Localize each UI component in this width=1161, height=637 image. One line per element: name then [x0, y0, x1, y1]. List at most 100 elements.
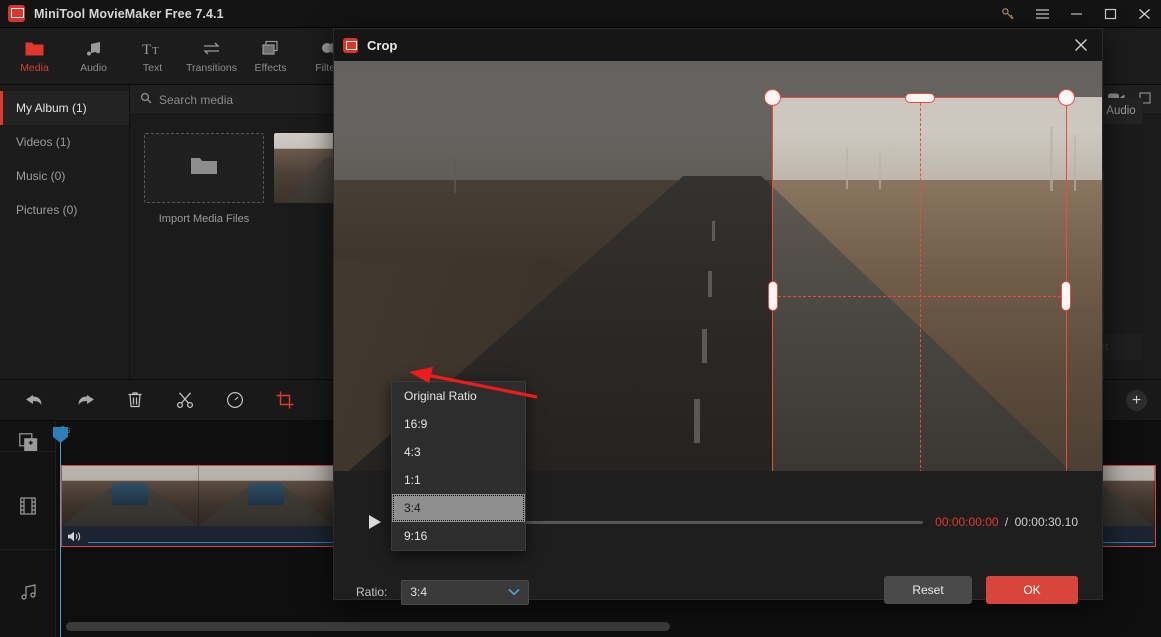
- text-icon: TT: [142, 38, 164, 59]
- sidebar-item-label: My Album (1): [16, 101, 87, 115]
- sidebar-item-label: Music (0): [16, 169, 66, 183]
- tab-audio-right-label: Audio: [1106, 105, 1136, 117]
- tab-effects-label: Effects: [254, 62, 287, 74]
- tab-media-label: Media: [20, 62, 49, 74]
- tab-effects[interactable]: Effects: [242, 30, 299, 83]
- app-logo-icon: [343, 37, 358, 53]
- import-media-label: Import Media Files: [158, 213, 250, 225]
- window-controls: [991, 0, 1161, 28]
- tab-text-label: Text: [142, 62, 163, 74]
- sidebar-item-my-album[interactable]: My Album (1): [0, 91, 129, 125]
- close-icon[interactable]: [1127, 0, 1161, 28]
- ratio-option-original[interactable]: Original Ratio: [392, 382, 525, 410]
- power-pylon: [1074, 135, 1076, 191]
- ratio-select[interactable]: 3:4: [401, 579, 530, 605]
- app-logo-icon: [8, 5, 25, 22]
- chevron-down-icon: [508, 585, 520, 599]
- ratio-option-label: 1:1: [404, 473, 421, 487]
- tab-audio[interactable]: Audio: [65, 30, 122, 83]
- crop-handle-middle-left[interactable]: [768, 280, 778, 311]
- clip-road-shape: [198, 482, 335, 526]
- ratio-option-label: 9:16: [404, 529, 428, 543]
- folder-open-icon: [190, 155, 218, 182]
- tab-media[interactable]: Media: [6, 30, 63, 83]
- key-icon[interactable]: [991, 0, 1025, 28]
- audio-track-icon: [0, 579, 56, 605]
- app-window: MiniTool MovieMaker Free 7.4.1 Media Aud…: [0, 0, 1161, 637]
- menu-icon[interactable]: [1025, 0, 1059, 28]
- ratio-dropdown-menu[interactable]: Original Ratio 16:9 4:3 1:1 3:4 9:16: [391, 381, 526, 551]
- close-icon[interactable]: [1064, 29, 1098, 61]
- crop-handle-middle-right[interactable]: [1061, 280, 1071, 311]
- crop-handle-top-center[interactable]: [904, 93, 935, 103]
- clip-frame: [198, 466, 336, 526]
- reset-button[interactable]: Reset: [884, 576, 972, 604]
- crop-guide-horizontal: [773, 295, 1066, 297]
- import-media-cell[interactable]: Import Media Files: [144, 133, 264, 225]
- undo-button[interactable]: [22, 387, 48, 413]
- window-title: MiniTool MovieMaker Free 7.4.1: [34, 6, 224, 21]
- ok-button[interactable]: OK: [986, 576, 1078, 604]
- add-track-label: +: [1131, 391, 1142, 409]
- maximize-icon[interactable]: [1093, 0, 1127, 28]
- timecode-display: 00:00:00:00 / 00:00:30.10: [935, 515, 1078, 529]
- music-note-icon: [85, 38, 102, 59]
- delete-button[interactable]: [122, 387, 148, 413]
- timecode-total: 00:00:30.10: [1014, 515, 1078, 529]
- sidebar-item-label: Videos (1): [16, 135, 71, 149]
- crop-button[interactable]: [272, 387, 298, 413]
- ratio-option-label: 16:9: [404, 417, 428, 431]
- folder-icon: [25, 38, 44, 59]
- clip-road-shape: [62, 482, 198, 526]
- ratio-option-4-3[interactable]: 4:3: [392, 438, 525, 466]
- ratio-label: Ratio:: [356, 585, 388, 599]
- play-icon[interactable]: [358, 514, 392, 530]
- ratio-option-1-1[interactable]: 1:1: [392, 466, 525, 494]
- crop-dialog-header: Crop: [334, 29, 1102, 61]
- search-icon: [140, 91, 152, 109]
- crop-selection-rect[interactable]: [764, 89, 1075, 471]
- ratio-option-label: 4:3: [404, 445, 421, 459]
- ratio-option-9-16[interactable]: 9:16: [392, 522, 525, 550]
- add-track-button[interactable]: +: [1126, 390, 1147, 411]
- sidebar-item-videos[interactable]: Videos (1): [0, 125, 129, 159]
- crop-dim-top: [772, 61, 1102, 97]
- timeline-horizontal-scrollbar[interactable]: [66, 622, 670, 631]
- ok-button-label: OK: [1023, 583, 1041, 597]
- tab-text[interactable]: TT Text: [124, 30, 181, 83]
- minimize-icon[interactable]: [1059, 0, 1093, 28]
- clip-frame: [62, 466, 199, 526]
- effects-squares-icon: [261, 38, 280, 59]
- sidebar-item-label: Pictures (0): [16, 203, 78, 217]
- rail-divider-1: [0, 451, 56, 452]
- speaker-icon[interactable]: [67, 530, 82, 543]
- ratio-option-3-4[interactable]: 3:4: [392, 494, 525, 522]
- tab-transitions[interactable]: Transitions: [183, 30, 240, 83]
- search-input[interactable]: [159, 92, 359, 107]
- crop-handle-top-left[interactable]: [764, 89, 781, 106]
- transition-arrows-icon: [202, 38, 221, 59]
- split-button[interactable]: [172, 387, 198, 413]
- video-track-icon: [0, 493, 56, 519]
- ratio-select-value: 3:4: [410, 585, 428, 599]
- title-bar: MiniTool MovieMaker Free 7.4.1: [0, 0, 1161, 28]
- timecode-current: 00:00:00:00: [935, 515, 999, 529]
- redo-button[interactable]: [72, 387, 98, 413]
- sidebar-item-pictures[interactable]: Pictures (0): [0, 193, 129, 227]
- svg-text:T: T: [152, 45, 159, 57]
- timecode-separator: /: [1004, 515, 1009, 529]
- reset-button-label: Reset: [912, 583, 944, 597]
- ratio-option-label: Original Ratio: [404, 389, 477, 403]
- import-media-box[interactable]: [144, 133, 264, 203]
- crop-dialog-title: Crop: [367, 37, 398, 53]
- timeline-rail: [0, 421, 56, 637]
- sidebar-item-music[interactable]: Music (0): [0, 159, 129, 193]
- ratio-option-label: 3:4: [404, 501, 421, 515]
- speed-button[interactable]: [222, 387, 248, 413]
- crop-handle-top-right[interactable]: [1058, 89, 1075, 106]
- ratio-option-16-9[interactable]: 16:9: [392, 410, 525, 438]
- tab-audio-right-panel[interactable]: Audio: [1099, 98, 1143, 124]
- svg-text:T: T: [142, 42, 151, 57]
- tab-transitions-label: Transitions: [186, 62, 237, 74]
- rail-divider-2: [0, 549, 56, 550]
